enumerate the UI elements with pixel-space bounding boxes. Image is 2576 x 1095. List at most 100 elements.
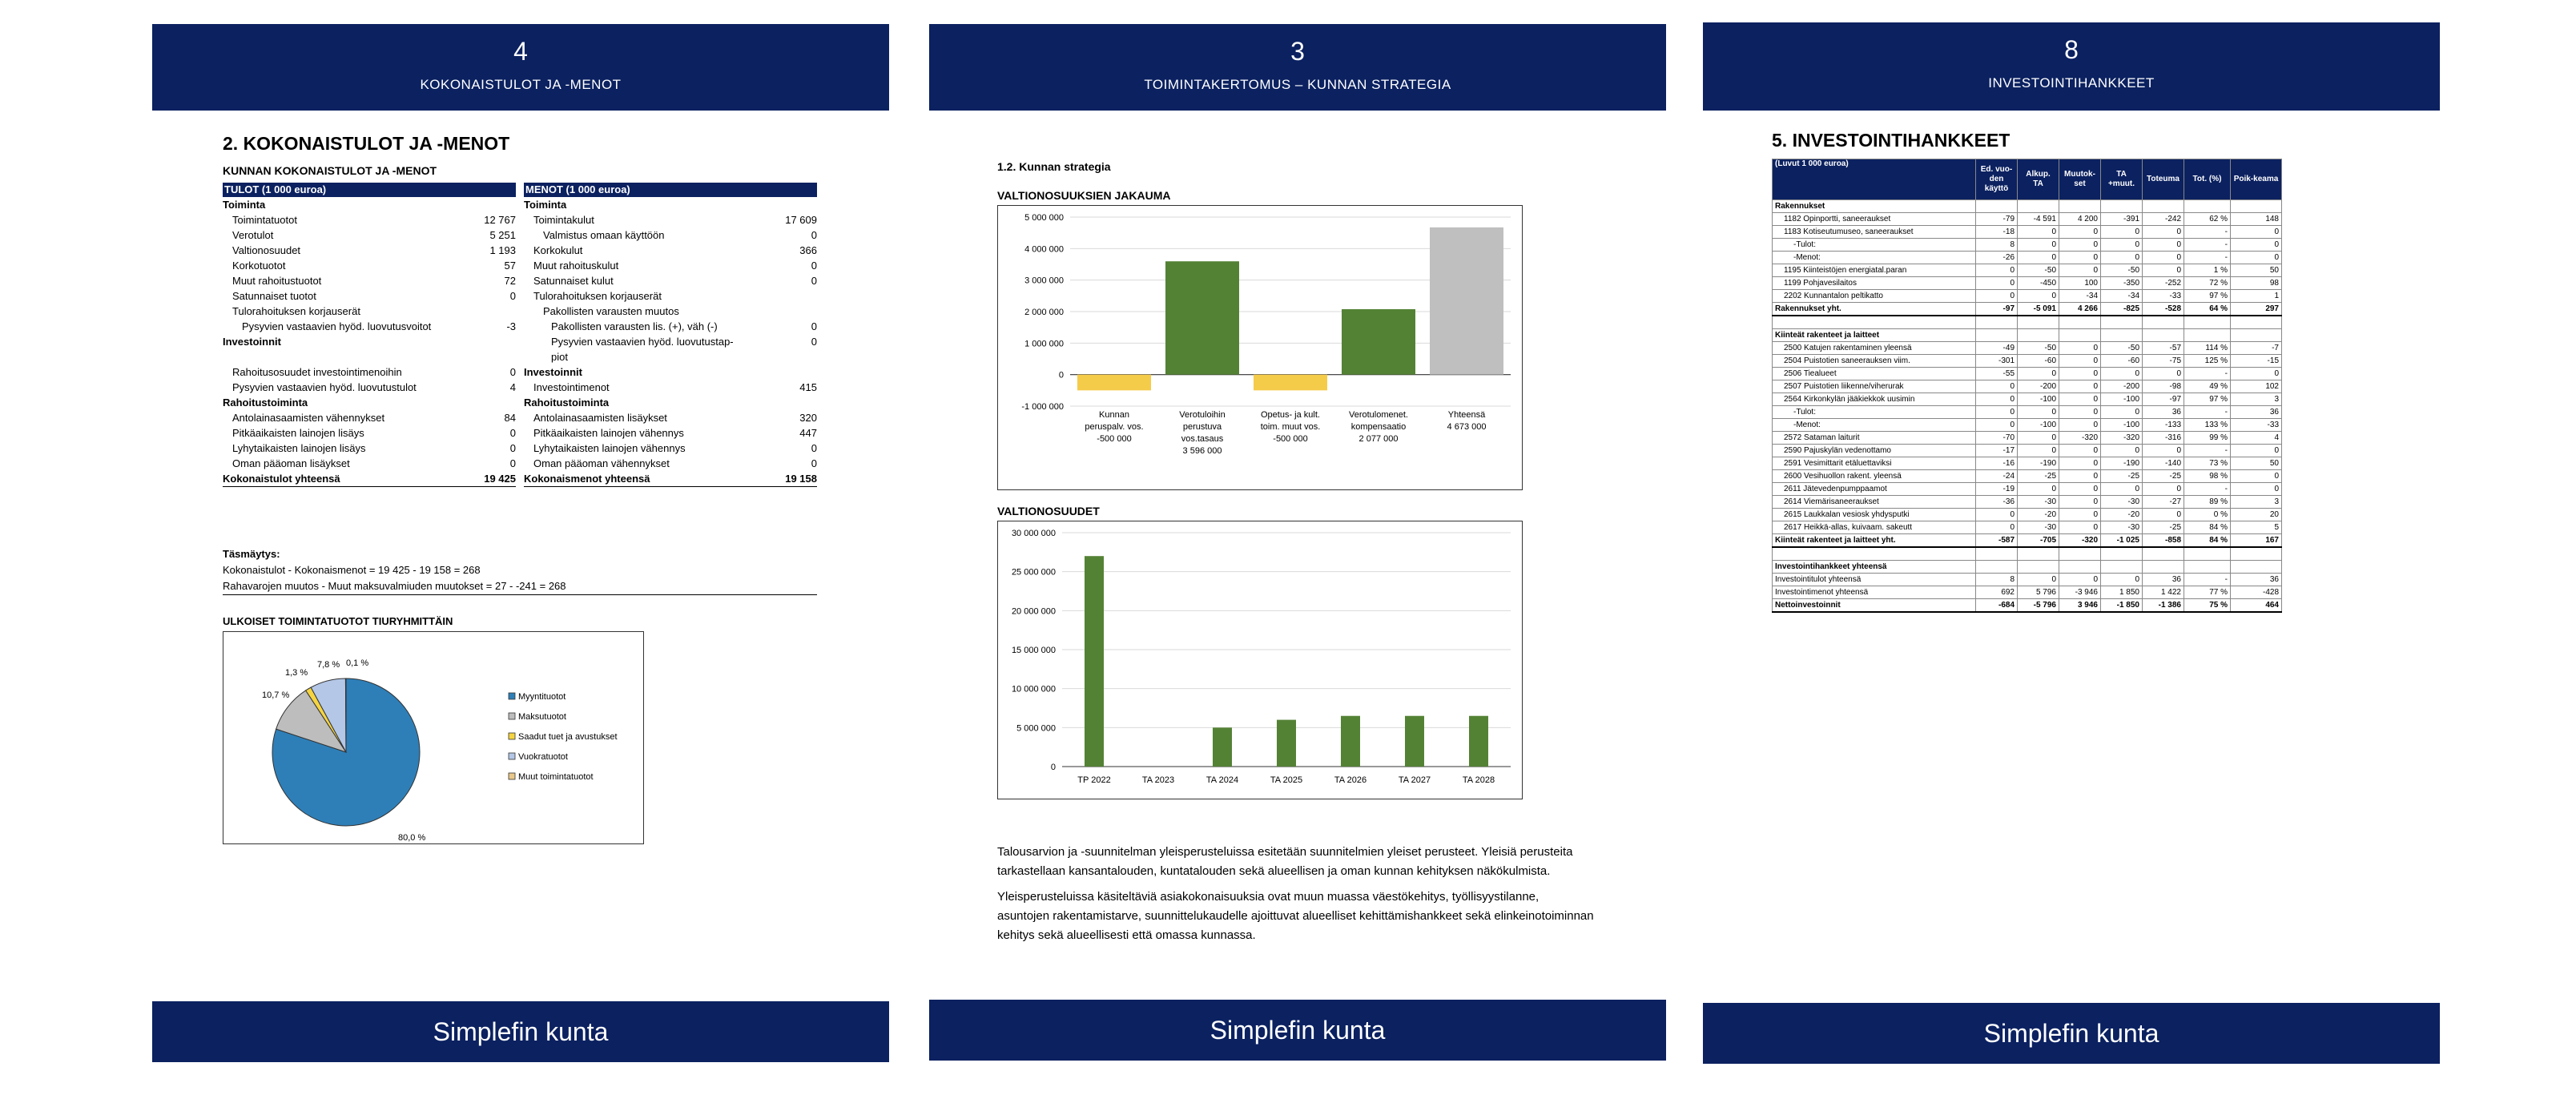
table-cell (2017, 328, 2059, 342)
income-column: TULOT (1 000 euroa) Toiminta Toimintatuot… (223, 183, 516, 487)
table-cell: 0 (2017, 225, 2059, 239)
table-cell: -1 386 (2142, 598, 2184, 613)
row-value: 447 (799, 427, 817, 439)
table-cell: 49 % (2184, 380, 2231, 393)
table-cell: -587 (1975, 533, 2018, 548)
table-cell: -17 (1975, 444, 2018, 457)
table-row: Satunnaiset tuotot 0 (223, 288, 516, 304)
table-cell: -18 (1975, 225, 2018, 239)
table-cell: - (2184, 367, 2231, 380)
table-cell: 2615 Laukkalan vesiosk yhdysputki (1772, 508, 1976, 521)
table-cell (1975, 328, 2018, 342)
table-cell: 0 (2059, 238, 2101, 252)
table-cell: -5 796 (2017, 598, 2059, 613)
row-label: Rahoitustoiminta (223, 397, 308, 409)
table-cell: 62 % (2184, 212, 2231, 226)
row-label: piot (551, 351, 568, 363)
table-cell: 0 (1975, 276, 2018, 290)
table-cell: 0 (2100, 367, 2143, 380)
row-label: Tulorahoituksen korjauserät (232, 305, 360, 317)
table-cell: Investointitulot yhteensä (1772, 573, 1976, 586)
legend-swatch (508, 752, 516, 760)
table-cell (1772, 546, 1976, 561)
table-cell: 0 (2059, 469, 2101, 483)
table-cell (2230, 199, 2282, 213)
chart-bar (1165, 261, 1239, 375)
row-value: 72 (504, 275, 516, 287)
table-cell: 0 (2100, 482, 2143, 496)
table-row: Rahoitusosuudet investointimenoihin 0 (223, 364, 516, 380)
y-tick-label: 3 000 000 (1024, 276, 1064, 286)
table-cell: -684 (1975, 598, 2018, 613)
table-cell: 0 (2142, 225, 2184, 239)
table-row: 1199 Pohjavesilaitos 0 -450 100 -350 -252 72 %… (1772, 276, 2282, 290)
table-cell (2184, 315, 2231, 329)
row-label: Investoinnit (524, 366, 582, 378)
table-row: Toimintakulut 17 609 (524, 212, 817, 227)
table-cell (2184, 560, 2231, 574)
table-cell: 0 (2017, 482, 2059, 496)
row-label: Pysyvien vastaavien hyöd. luovutustap- (551, 336, 734, 348)
table-cell: 97 % (2184, 289, 2231, 303)
page-header: 8 INVESTOINTIHANKKEET (1703, 22, 2440, 111)
table-row: 2504 Puistotien saneerauksen viim. -301 -6… (1772, 354, 2282, 368)
table-header-row: (Luvut 1 000 euroa) Ed. vuo-den käyttö Alk… (1772, 159, 2282, 200)
chart-bar (1405, 715, 1424, 767)
table-cell: -Menot: (1772, 418, 1976, 432)
table-row: 2611 Jätevedenpumppaamot -19 0 0 0 0-0 (1772, 482, 2282, 496)
row-value: 0 (811, 260, 817, 272)
table-row: Investointihankkeet yhteensä (1772, 560, 2282, 574)
table-cell: 77 % (2184, 586, 2231, 599)
row-value: 84 (504, 412, 516, 424)
table-cell: 0 (2059, 405, 2101, 419)
y-tick-label: 15 000 000 (1012, 646, 1056, 655)
table-cell: 1183 Kotiseutumuseo, saneeraukset (1772, 225, 1976, 239)
table-cell: 0 (2059, 444, 2101, 457)
table-cell: - (2184, 225, 2231, 239)
table-cell: -391 (2100, 212, 2143, 226)
x-tick-label: TA 2023 (1142, 775, 1174, 785)
table-cell: 0 (2017, 431, 2059, 445)
table-cell: 8 (1975, 573, 2018, 586)
table-cell: -50 (2017, 341, 2059, 355)
chart-bar (1213, 727, 1232, 767)
table-cell: 2614 Viemärisaneeraukset (1772, 495, 1976, 509)
table-row: 2506 Tiealueet -55 0 0 0 0-0 (1772, 367, 2282, 380)
table-cell: Investointihankkeet yhteensä (1772, 560, 1976, 574)
table-cell: -24 (1975, 469, 2018, 483)
table-cell: 0 (2230, 367, 2282, 380)
table-row: Tulorahoituksen korjauserät (524, 288, 817, 304)
row-label: Pysyvien vastaavien hyöd. luovutustulot (232, 381, 417, 393)
pie-data-label: 0,1 % (346, 658, 368, 668)
row-value: 1 193 (489, 244, 516, 256)
table-cell: -79 (1975, 212, 2018, 226)
waterfall-chart: -1 000 000 0 1 000 000 2 000 000 3 000 000 4 … (1021, 213, 1511, 456)
y-tick-label: 0 (1059, 371, 1064, 380)
table-cell: -30 (2017, 495, 2059, 509)
table-cell (2142, 560, 2184, 574)
table-cell: 4 (2230, 431, 2282, 445)
table-cell: 72 % (2184, 276, 2231, 290)
table-cell: 0 (2230, 444, 2282, 457)
table-cell: -15 (2230, 354, 2282, 368)
table-row: piot (524, 349, 817, 364)
table-cell: -30 (2100, 495, 2143, 509)
income-rows: Toiminta Toimintatuotot 12 767 Verotulot 5 2… (223, 197, 516, 487)
y-tick-label: 20 000 000 (1012, 606, 1056, 616)
table-row: Valtionosuudet 1 193 (223, 243, 516, 258)
table-row: Pysyvien vastaavien hyöd. luovutusvoitot… (223, 319, 516, 334)
section-heading: 2. KOKONAISTULOT JA -MENOT (223, 133, 510, 154)
table-cell: 36 (2142, 405, 2184, 419)
column-header: (Luvut 1 000 euroa) (1772, 159, 1976, 200)
row-label: Oman pääoman vähennykset (533, 457, 670, 469)
table-row: Antolainasaamisten vähennykset 84 (223, 410, 516, 425)
x-category-label: Verotulomenet. kompensaatio (1349, 410, 1408, 432)
row-label: Korkokulut (533, 244, 583, 256)
table-cell: 0 (2059, 367, 2101, 380)
row-value: -3 (506, 320, 516, 332)
table-cell (2230, 328, 2282, 342)
table-cell: 1 % (2184, 264, 2231, 277)
table-cell: 8 (1975, 238, 2018, 252)
table-cell: 0 (2142, 508, 2184, 521)
page-footer: Simplefin kunta (929, 1000, 1666, 1061)
